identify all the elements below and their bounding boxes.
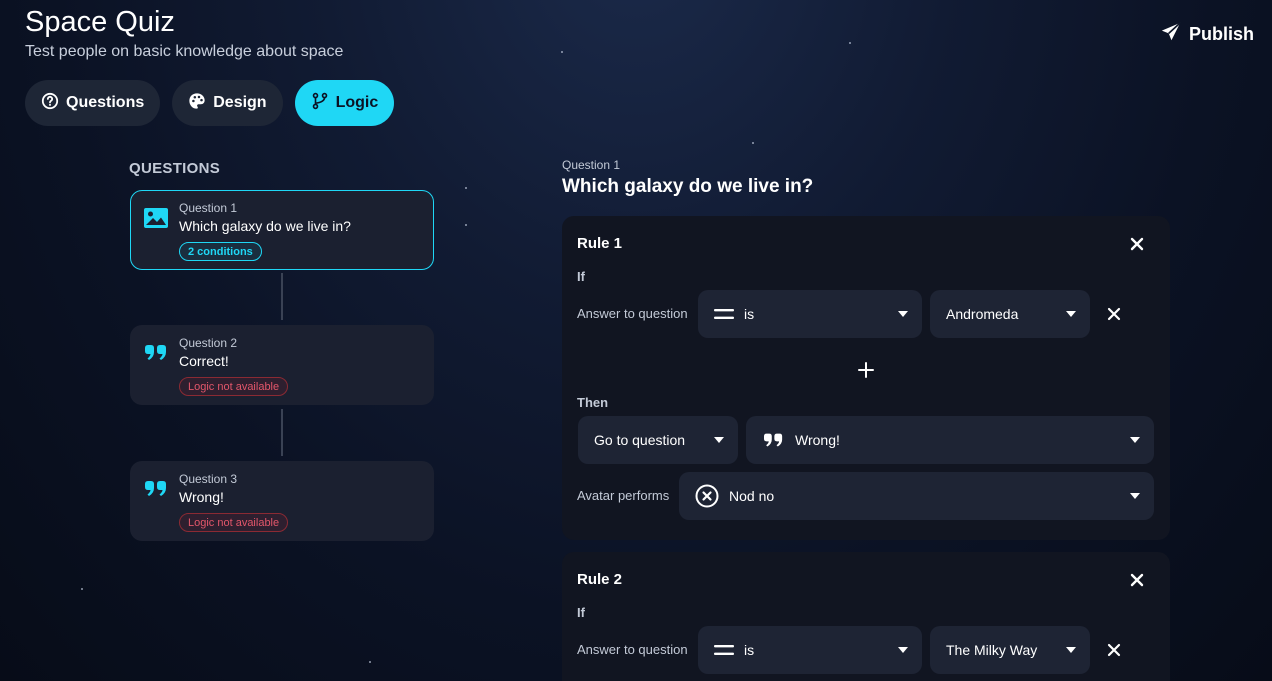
condition-label: Answer to question [577,306,688,321]
chevron-down-icon [898,647,908,653]
star [465,187,467,189]
condition-label: Answer to question [577,642,688,657]
if-label: If [577,269,585,284]
question-number: Question 2 [179,336,238,350]
image-icon [143,207,169,229]
logic-unavailable-badge: Logic not available [179,377,289,396]
publish-label: Publish [1189,24,1255,44]
operator-select[interactable]: is [698,290,922,338]
tab-label: Design [213,94,267,111]
star [465,224,467,226]
question-card-2[interactable]: Question 2 Correct! Logic not available [130,325,434,405]
app-subtitle: Test people on basic knowledge about spa… [25,43,344,60]
star [81,588,83,590]
publish-button[interactable]: Publish [1160,21,1254,48]
question-title: Correct! [179,353,229,369]
logic-unavailable-badge: Logic not available [179,513,289,532]
avatar-label: Avatar performs [577,488,670,503]
chevron-down-icon [1130,437,1140,443]
tab-design[interactable]: Design [172,80,283,126]
remove-condition-icon[interactable] [1107,307,1121,321]
detail-question-title: Which galaxy do we live in? [562,176,814,197]
detail-question-number: Question 1 [562,158,621,172]
star [561,51,563,53]
chevron-down-icon [898,311,908,317]
question-card-3[interactable]: Question 3 Wrong! Logic not available [130,461,434,541]
question-title: Which galaxy do we live in? [179,218,351,234]
connector-line [281,409,283,456]
chevron-down-icon [714,437,724,443]
action-value: Go to question [594,432,686,448]
star [752,142,754,144]
rule-card-1: Rule 1 If Answer to question is Andromed… [562,216,1170,540]
avatar-action-value: Nod no [729,488,775,504]
rule-title: Rule 2 [577,571,623,588]
add-condition-icon[interactable] [858,362,874,378]
question-card-1[interactable]: Question 1 Which galaxy do we live in? 2… [130,190,434,270]
question-number: Question 3 [179,472,238,486]
question-title: Wrong! [179,489,224,505]
tab-label: Questions [66,94,145,111]
answer-value: The Milky Way [946,642,1038,658]
paper-plane-icon [1160,21,1182,48]
palette-icon [188,92,206,115]
avatar-action-select[interactable]: Nod no [679,472,1154,520]
equals-icon [714,308,734,320]
quote-icon [762,431,785,450]
chevron-down-icon [1066,647,1076,653]
close-icon[interactable] [1129,236,1145,252]
tab-label: Logic [335,94,379,111]
branch-icon [311,92,329,115]
answer-select[interactable]: Andromeda [930,290,1090,338]
target-question-select[interactable]: Wrong! [746,416,1154,464]
chevron-down-icon [1130,493,1140,499]
close-icon[interactable] [1129,572,1145,588]
answer-value: Andromeda [946,306,1019,322]
star [849,42,851,44]
rule-title: Rule 1 [577,235,623,252]
rule-card-2: Rule 2 If Answer to question is The Milk… [562,552,1170,681]
if-label: If [577,605,585,620]
tab-questions[interactable]: Questions [25,80,161,126]
app-title: Space Quiz [25,6,175,38]
x-circle-icon [695,484,719,508]
operator-select[interactable]: is [698,626,922,674]
equals-icon [714,644,734,656]
tab-logic[interactable]: Logic [294,80,395,126]
star [369,661,371,663]
operator-value: is [744,642,755,658]
operator-value: is [744,306,755,322]
quote-icon [143,478,169,500]
answer-select[interactable]: The Milky Way [930,626,1090,674]
action-select[interactable]: Go to question [578,416,738,464]
remove-condition-icon[interactable] [1107,643,1121,657]
connector-line [281,273,283,320]
chevron-down-icon [1066,311,1076,317]
target-value: Wrong! [795,432,840,448]
questions-heading: QUESTIONS [129,160,221,177]
quote-icon [143,342,169,364]
question-circle-icon [41,92,59,115]
tab-bar: Questions Design Logic [25,80,395,126]
conditions-badge: 2 conditions [179,242,262,261]
then-label: Then [577,395,609,410]
question-number: Question 1 [179,201,238,215]
